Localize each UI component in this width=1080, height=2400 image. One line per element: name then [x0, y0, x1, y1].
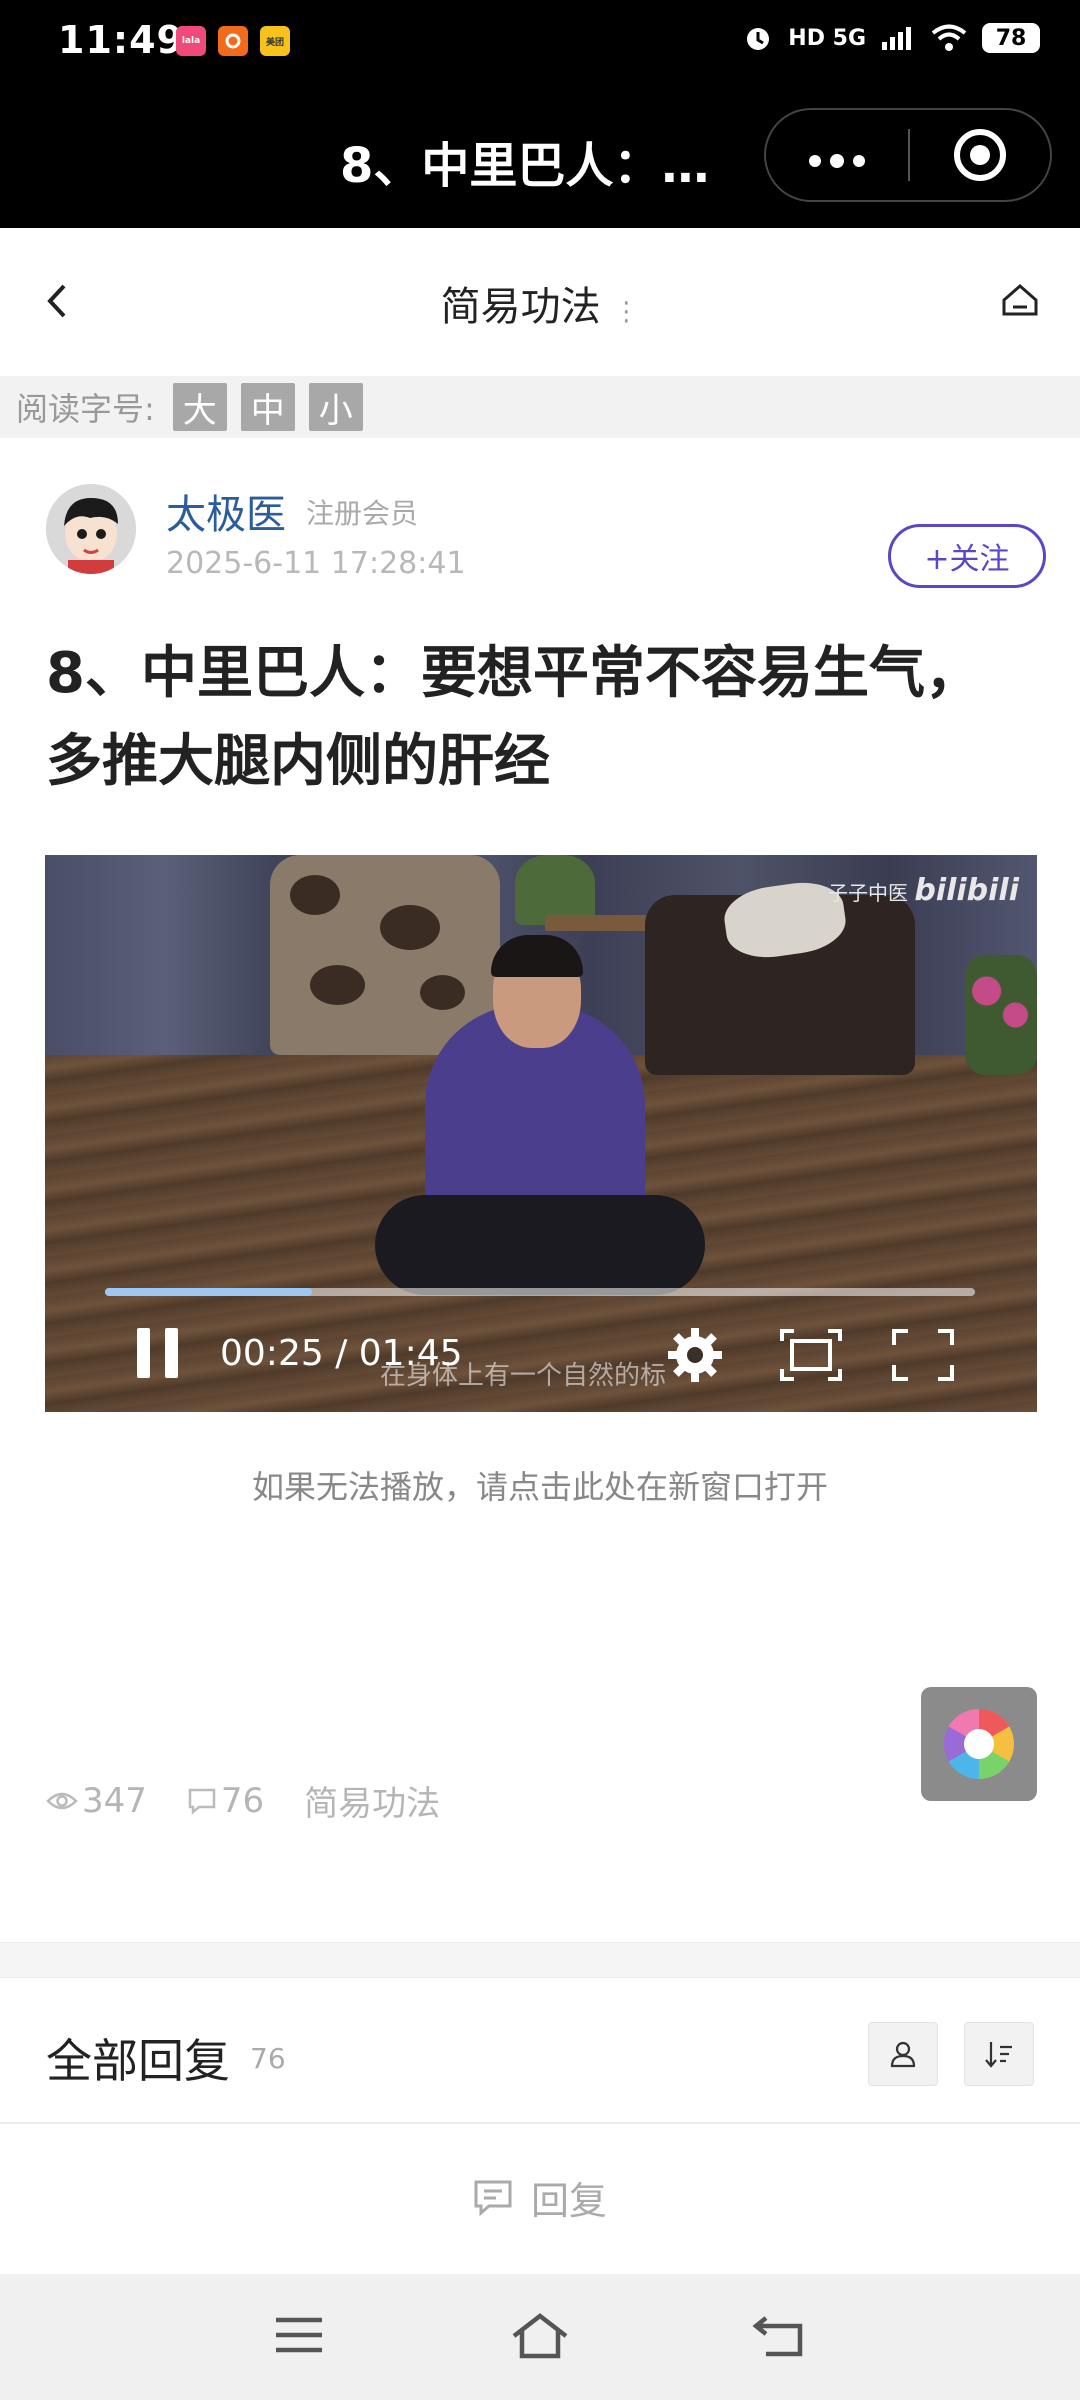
video-watermark: 子子中医 bilibili [827, 873, 1019, 908]
page-title: 简易功法 ⋮ [0, 274, 1080, 332]
more-menu-button[interactable] [766, 132, 908, 178]
mini-program-title: 8、中里巴人：… [340, 138, 710, 194]
video-frame-flowers [965, 955, 1037, 1075]
back-icon [752, 2316, 803, 2357]
network-indicators: HD 5G [788, 25, 866, 51]
system-home-button[interactable] [510, 2312, 570, 2364]
page-title-text: 简易功法 [440, 284, 601, 330]
pause-button[interactable] [137, 1328, 181, 1378]
more-dots-icon [809, 154, 865, 168]
video-progress-fill [105, 1288, 313, 1296]
menu-button[interactable] [272, 2312, 326, 2362]
post-meta-row: 347 76 简易功法 [46, 1776, 480, 1825]
cartoon-avatar-icon [46, 484, 136, 574]
follow-button[interactable]: +关注 [888, 524, 1046, 588]
alarm-icon [747, 28, 770, 50]
sort-icon [985, 2042, 1012, 2068]
fullscreen-icon [892, 1329, 954, 1381]
video-screen-mode-button[interactable] [778, 1325, 844, 1389]
font-size-medium-button[interactable]: 中 [240, 383, 295, 431]
target-icon [953, 129, 1006, 181]
meituan-icon: 美团 [260, 26, 290, 56]
page-navbar: 简易功法 ⋮ [0, 228, 1080, 374]
gear-icon [668, 1328, 722, 1382]
comments-count: 76 [187, 1781, 264, 1821]
open-in-new-window-link[interactable]: 如果无法播放，请点击此处在新窗口打开 [0, 1462, 1080, 1508]
battery-indicator: 78 [982, 23, 1040, 53]
font-size-small-button[interactable]: 小 [308, 383, 363, 431]
home-icon [1002, 284, 1038, 316]
floating-action-button[interactable] [921, 1687, 1037, 1801]
font-size-label: 阅读字号: [16, 390, 155, 428]
user-icon [890, 2041, 916, 2068]
replies-count: 76 [250, 2042, 286, 2075]
section-divider [0, 1942, 1080, 1978]
close-mini-program-button[interactable] [910, 129, 1050, 181]
system-nav-bar [0, 2274, 1080, 2400]
screen-mode-icon [780, 1329, 842, 1381]
menu-icon [276, 2317, 322, 2353]
author-only-filter-button[interactable] [868, 2022, 938, 2086]
fullscreen-button[interactable] [890, 1325, 956, 1389]
video-player[interactable]: 子子中医 bilibili 00:25 / 01:45 在身体上有一个自然的标 [45, 855, 1037, 1412]
video-frame-person-legs [375, 1195, 705, 1295]
font-size-large-button[interactable]: 大 [172, 383, 227, 431]
status-app-icons: lala 美团 [176, 26, 290, 56]
author-name[interactable]: 太极医 [166, 482, 286, 540]
bilibili-logo: bilibili [914, 873, 1019, 908]
author-role-badge: 注册会员 [306, 497, 419, 530]
author-avatar[interactable] [46, 484, 136, 574]
eye-icon [46, 1792, 78, 1809]
replies-divider [0, 2122, 1080, 2124]
wifi-icon [931, 24, 967, 51]
post-timestamp: 2025-6-11 17:28:41 [166, 546, 466, 581]
app-orange-icon [218, 26, 248, 56]
font-size-bar: 阅读字号: 大 中 小 [0, 376, 1080, 438]
aperture-icon [944, 1709, 1014, 1779]
video-settings-button[interactable] [665, 1325, 725, 1389]
video-subtitle: 在身体上有一个自然的标 [380, 1361, 667, 1391]
status-time: 11:49 [58, 18, 184, 62]
title-dots-icon: ⋮ [613, 297, 640, 327]
comment-icon [188, 1788, 216, 1815]
top-bar: 11:49 lala 美团 HD 5G 78 8、中里巴人：… [0, 0, 1080, 228]
home-icon [512, 2313, 568, 2359]
reply-button[interactable]: 回复 [0, 2170, 1080, 2225]
reply-label: 回复 [530, 2179, 607, 2223]
views-count: 347 [46, 1781, 147, 1821]
replies-title: 全部回复 [46, 2034, 230, 2088]
status-indicators: HD 5G 78 [742, 22, 1040, 54]
comment-icon [474, 2180, 512, 2216]
mini-program-capsule [764, 108, 1052, 202]
signal-icon [882, 27, 911, 50]
video-progress-bar[interactable] [105, 1288, 975, 1296]
category-link[interactable]: 简易功法 [304, 1776, 440, 1825]
lala-icon: lala [176, 26, 206, 56]
home-button[interactable] [1000, 280, 1040, 324]
article-title: 8、中里巴人：要想平常不容易生气，多推大腿内侧的肝经 [46, 641, 981, 794]
sort-order-button[interactable] [964, 2022, 1034, 2086]
system-back-button[interactable] [752, 2312, 808, 2364]
